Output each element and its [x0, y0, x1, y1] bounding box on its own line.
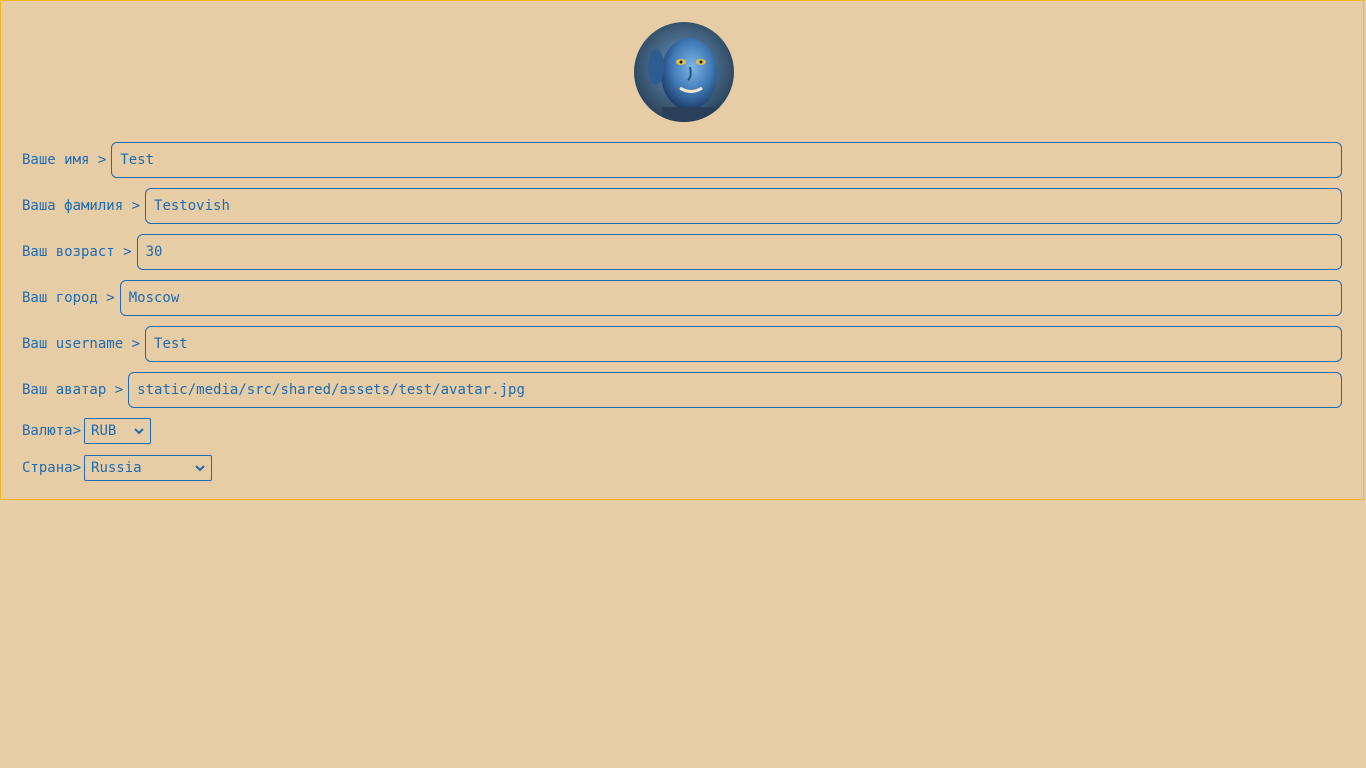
chevron-down-icon [195, 465, 205, 472]
last-name-row: Ваша фамилия > Testovish [22, 188, 1342, 224]
last-name-label: Ваша фамилия > [22, 198, 141, 214]
avatar [634, 22, 734, 122]
first-name-input[interactable]: Test [111, 142, 1342, 178]
age-row: Ваш возраст > 30 [22, 234, 1342, 270]
username-label: Ваш username > [22, 336, 141, 352]
avatar-path-input[interactable]: static/media/src/shared/assets/test/avat… [128, 372, 1342, 408]
avatar-image [634, 22, 734, 122]
country-value: Russia [91, 460, 142, 476]
first-name-label: Ваше имя > [22, 152, 107, 168]
first-name-row: Ваше имя > Test [22, 142, 1342, 178]
username-input[interactable]: Test [145, 326, 1342, 362]
currency-row: Валюта> RUB [22, 418, 152, 444]
avatar-path-row: Ваш аватар > static/media/src/shared/ass… [22, 372, 1342, 408]
profile-card: Ваше имя > Test Ваша фамилия > Testovish… [0, 0, 1364, 500]
currency-value: RUB [91, 423, 117, 439]
city-row: Ваш город > Moscow [22, 280, 1342, 316]
username-row: Ваш username > Test [22, 326, 1342, 362]
age-input[interactable]: 30 [136, 234, 1342, 270]
country-select[interactable]: Russia [84, 455, 213, 481]
city-input[interactable]: Moscow [119, 280, 1342, 316]
currency-label: Валюта> [22, 423, 82, 439]
avatar-path-label: Ваш аватар > [22, 382, 124, 398]
age-label: Ваш возраст > [22, 244, 132, 260]
country-row: Страна> Russia [22, 455, 213, 481]
chevron-down-icon [134, 428, 144, 435]
currency-select[interactable]: RUB [84, 418, 152, 444]
city-label: Ваш город > [22, 290, 115, 306]
country-label: Страна> [22, 460, 82, 476]
last-name-input[interactable]: Testovish [145, 188, 1342, 224]
